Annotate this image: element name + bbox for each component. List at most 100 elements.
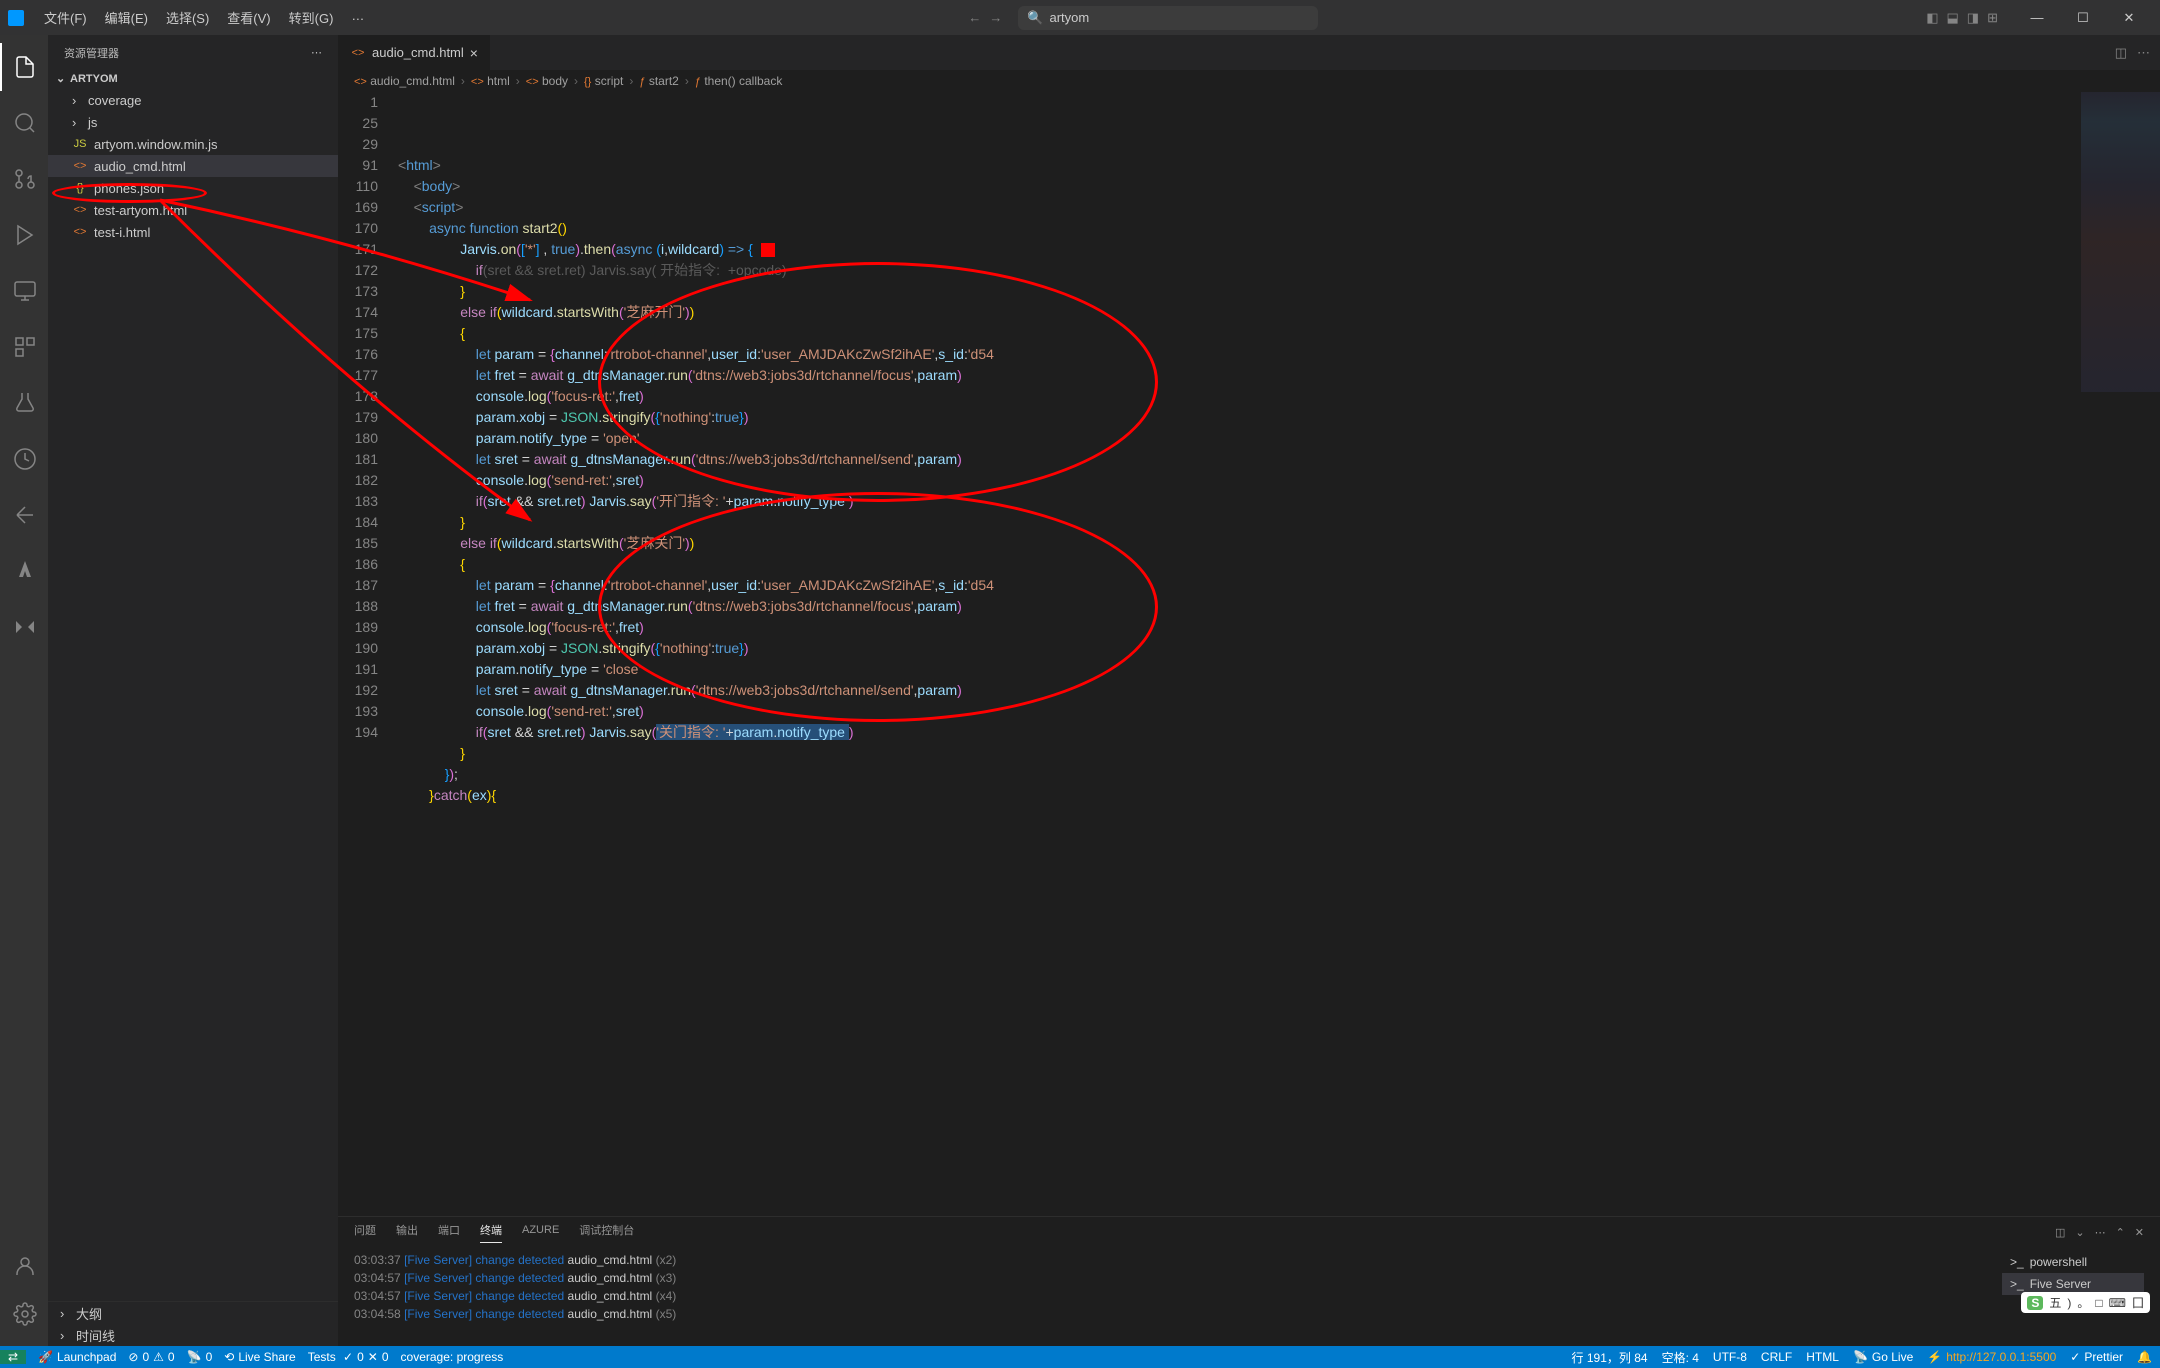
explorer-icon[interactable] xyxy=(0,43,48,91)
layout-controls: ◧ ⬓ ◨ ⊞ xyxy=(1926,10,1998,26)
panel-chevron-icon[interactable]: ⌄ xyxy=(2075,1226,2084,1239)
maximize-button[interactable]: ☐ xyxy=(2060,0,2106,35)
panel-maximize-icon[interactable]: ⌃ xyxy=(2116,1226,2125,1239)
line-numbers: 1252991110169170171172173174175176177178… xyxy=(338,92,398,1216)
menu-查看(V)[interactable]: 查看(V) xyxy=(219,4,278,31)
panel-tab-问题[interactable]: 问题 xyxy=(354,1222,376,1242)
close-tab-icon[interactable]: × xyxy=(470,45,478,61)
menu-选择(S)[interactable]: 选择(S) xyxy=(158,4,217,31)
bottom-panel: 问题输出端口终端 AZURE 调试控制台 ◫ ⌄ ⋯ ⌃ ✕ 03:03:37 [F… xyxy=(338,1216,2160,1346)
menu-编辑(E)[interactable]: 编辑(E) xyxy=(97,4,156,31)
file-phones.json[interactable]: {}phones.json xyxy=(48,177,338,199)
more-actions-icon[interactable]: ⋯ xyxy=(2137,45,2150,61)
remote-indicator[interactable]: ⇄ xyxy=(0,1350,26,1364)
outline-section[interactable]: ›大纲 xyxy=(48,1302,338,1324)
file-coverage[interactable]: ›coverage xyxy=(48,89,338,111)
html-file-icon: <> xyxy=(350,47,366,59)
layout-panel-icon[interactable]: ⬓ xyxy=(1947,10,1959,26)
remote-explorer-icon[interactable] xyxy=(0,267,48,315)
tests-status[interactable]: Tests ✓ 0 ✕ 0 xyxy=(308,1350,389,1364)
nav-forward-icon[interactable]: → xyxy=(989,10,1002,25)
more-icon[interactable]: ⋯ xyxy=(311,46,322,59)
file-tree: ›coverage›jsJSartyom.window.min.js<>audi… xyxy=(48,87,338,1301)
notifications-icon[interactable]: 🔔 xyxy=(2137,1350,2152,1364)
search-activity-icon[interactable] xyxy=(0,99,48,147)
layout-customize-icon[interactable]: ⊞ xyxy=(1987,10,1998,26)
terminal-output[interactable]: 03:03:37 [Five Server] change detected a… xyxy=(354,1251,1994,1342)
source-control-icon[interactable] xyxy=(0,155,48,203)
testing-icon[interactable] xyxy=(0,379,48,427)
prettier-status[interactable]: ✓ Prettier xyxy=(2070,1350,2123,1364)
problems-status[interactable]: ⊘ 0 ⚠ 0 xyxy=(128,1350,174,1364)
terminal-line: 03:04:57 [Five Server] change detected a… xyxy=(354,1269,1994,1287)
code-editor[interactable]: 1252991110169170171172173174175176177178… xyxy=(338,92,2160,1216)
editor-tabs: <> audio_cmd.html × ◫ ⋯ xyxy=(338,35,2160,70)
nav-arrows: ← → xyxy=(968,10,1002,25)
ports-status[interactable]: 📡 0 xyxy=(187,1350,213,1364)
menu-文件(F)[interactable]: 文件(F) xyxy=(36,4,95,31)
statusbar: ⇄ 🚀 Launchpad ⊘ 0 ⚠ 0 📡 0 ⟲ Live Share T… xyxy=(0,1346,2160,1368)
file-artyom.window.min.js[interactable]: JSartyom.window.min.js xyxy=(48,133,338,155)
breadcrumb-2[interactable]: <> body xyxy=(526,74,568,88)
accounts-icon[interactable] xyxy=(0,1242,48,1290)
eol-status[interactable]: CRLF xyxy=(1761,1350,1792,1364)
panel-tab-终端[interactable]: 终端 xyxy=(480,1222,502,1243)
panel-close-icon[interactable]: ✕ xyxy=(2135,1226,2144,1239)
file-test-artyom.html[interactable]: <>test-artyom.html xyxy=(48,199,338,221)
file-test-i.html[interactable]: <>test-i.html xyxy=(48,221,338,243)
sidebar-header: 资源管理器 ⋯ xyxy=(48,35,338,70)
panel-tabs: 问题输出端口终端 AZURE 调试控制台 ◫ ⌄ ⋯ ⌃ ✕ xyxy=(338,1217,2160,1247)
vscode-icon xyxy=(8,10,24,26)
search-icon: 🔍 xyxy=(1027,10,1043,26)
timeline-icon[interactable] xyxy=(0,435,48,483)
server-url-status[interactable]: ⚡ http://127.0.0.1:5500 xyxy=(1927,1350,2056,1364)
breadcrumb-4[interactable]: ƒ start2 xyxy=(639,74,678,88)
breadcrumb-3[interactable]: {} script xyxy=(584,74,623,88)
vs-icon[interactable] xyxy=(0,603,48,651)
language-status[interactable]: HTML xyxy=(1806,1350,1839,1364)
breadcrumb-5[interactable]: ƒ then() callback xyxy=(695,74,783,88)
launchpad-status[interactable]: 🚀 Launchpad xyxy=(38,1350,116,1364)
menu-转到(G)[interactable]: 转到(G) xyxy=(281,4,342,31)
terminal-line: 03:04:58 [Five Server] change detected a… xyxy=(354,1305,1994,1323)
panel-more-icon[interactable]: ⋯ xyxy=(2095,1226,2106,1239)
terminal-powershell[interactable]: >_powershell xyxy=(2002,1251,2144,1273)
run-debug-icon[interactable] xyxy=(0,211,48,259)
go-live-status[interactable]: 📡 Go Live xyxy=(1853,1350,1913,1364)
panel-split-icon[interactable]: ◫ xyxy=(2055,1226,2065,1239)
tab-audio-cmd[interactable]: <> audio_cmd.html × xyxy=(338,35,491,70)
panel-tab-端口[interactable]: 端口 xyxy=(438,1222,460,1242)
breadcrumb-0[interactable]: <> audio_cmd.html xyxy=(354,74,455,88)
share-icon[interactable] xyxy=(0,491,48,539)
activity-bar xyxy=(0,35,48,1346)
timeline-section[interactable]: ›时间线 xyxy=(48,1324,338,1346)
panel-tab-AZURE[interactable]: AZURE xyxy=(522,1224,559,1240)
file-js[interactable]: ›js xyxy=(48,111,338,133)
panel-tab-输出[interactable]: 输出 xyxy=(396,1222,418,1242)
file-audio_cmd.html[interactable]: <>audio_cmd.html xyxy=(48,155,338,177)
code-content[interactable]: <html> <body> <script> async function st… xyxy=(398,92,2080,1216)
live-share-status[interactable]: ⟲ Live Share xyxy=(224,1350,295,1364)
command-center[interactable]: 🔍 artyom xyxy=(1018,6,1318,30)
settings-icon[interactable] xyxy=(0,1290,48,1338)
encoding-status[interactable]: UTF-8 xyxy=(1713,1350,1747,1364)
azure-icon[interactable] xyxy=(0,547,48,595)
minimap[interactable] xyxy=(2080,92,2160,1216)
panel-tab-调试控制台[interactable]: 调试控制台 xyxy=(579,1222,634,1242)
split-editor-icon[interactable]: ◫ xyxy=(2115,45,2127,61)
layout-secondary-icon[interactable]: ◨ xyxy=(1967,10,1979,26)
project-header[interactable]: ⌄ ARTYOM xyxy=(48,70,338,87)
menu-…[interactable]: … xyxy=(343,4,372,31)
coverage-status[interactable]: coverage: progress xyxy=(401,1350,504,1364)
extensions-icon[interactable] xyxy=(0,323,48,371)
close-button[interactable]: ✕ xyxy=(2106,0,2152,35)
breadcrumb-1[interactable]: <> html xyxy=(471,74,510,88)
cursor-position[interactable]: 行 191，列 84 xyxy=(1572,1349,1648,1366)
sidebar: 资源管理器 ⋯ ⌄ ARTYOM ›coverage›jsJSartyom.wi… xyxy=(48,35,338,1346)
layout-primary-icon[interactable]: ◧ xyxy=(1926,10,1938,26)
minimize-button[interactable]: — xyxy=(2014,0,2060,35)
nav-back-icon[interactable]: ← xyxy=(968,10,981,25)
ime-toolbar[interactable]: S 五 ) 。 □ ⌨ 囗 xyxy=(2021,1292,2150,1313)
breadcrumbs[interactable]: <> audio_cmd.html›<> html›<> body›{} scr… xyxy=(338,70,2160,92)
indentation-status[interactable]: 空格: 4 xyxy=(1662,1349,1699,1366)
